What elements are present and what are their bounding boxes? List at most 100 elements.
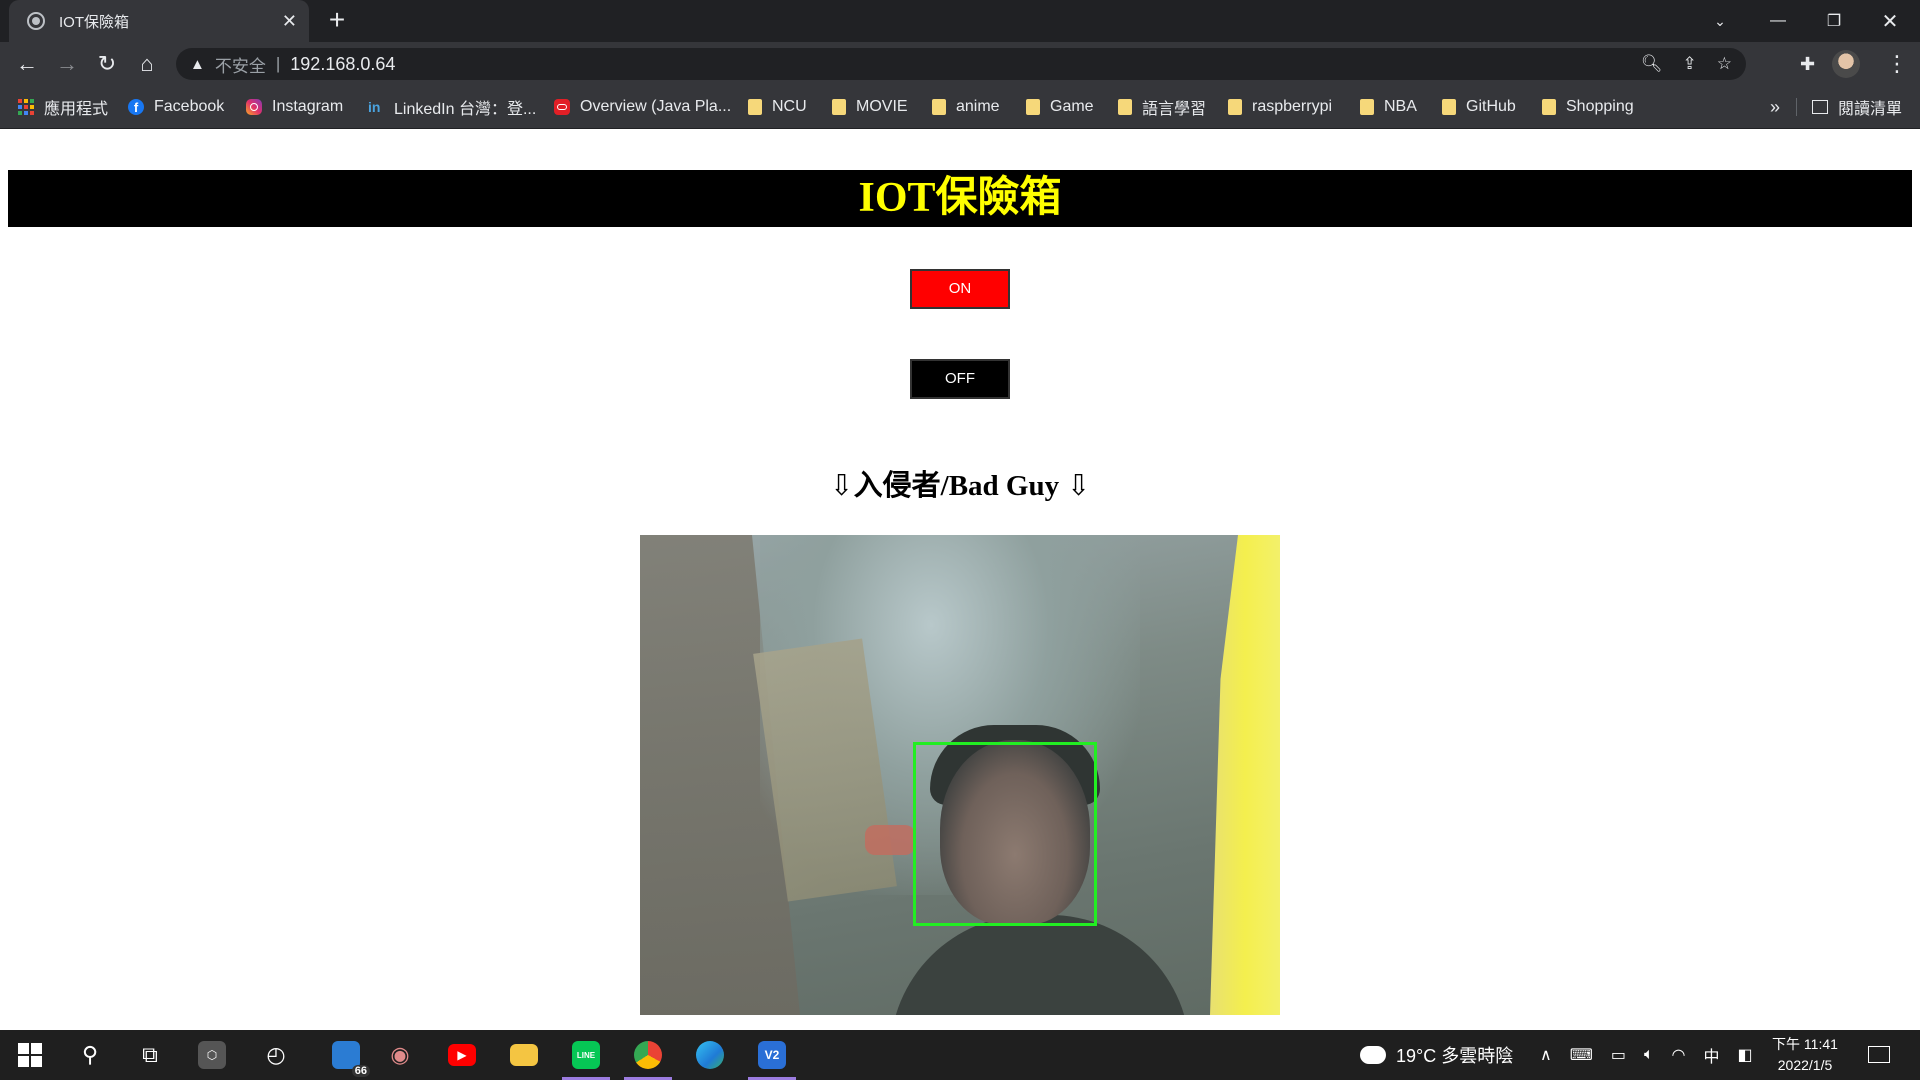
menu-button[interactable]: ⋮ (1886, 42, 1908, 86)
bookmark-linkedin[interactable]: in LinkedIn 台灣：登... (368, 86, 536, 128)
taskbar-app-explorer[interactable]: 66 (318, 1030, 374, 1080)
bookmark-folder-shopping[interactable]: Shopping (1542, 86, 1634, 128)
share-icon[interactable]: ⇪ (1683, 54, 1697, 74)
camera-background-wall (1210, 535, 1280, 1015)
timer-icon: ◴ (266, 1042, 286, 1067)
youtube-icon: ▶ (448, 1044, 476, 1066)
home-button[interactable]: ⌂ (132, 49, 162, 79)
file-icon: 66 (332, 1041, 370, 1077)
security-label[interactable]: 不安全 (215, 52, 266, 77)
taskbar-app-vnc[interactable]: V2 (744, 1030, 800, 1080)
start-button[interactable] (2, 1030, 58, 1080)
bookmark-facebook[interactable]: f Facebook (128, 86, 224, 128)
keyboard-icon[interactable]: ⌨ (1570, 1045, 1593, 1065)
tab-search-button[interactable]: ⌄ (1692, 0, 1748, 42)
address-separator: | (275, 54, 281, 73)
ime-indicator[interactable]: 中 (1704, 1043, 1720, 1067)
taskbar-app-media[interactable]: ◉ (372, 1030, 428, 1080)
avatar (1832, 50, 1860, 78)
address-bar[interactable]: ▲ 不安全 | 192.168.0.64 🔍︎ ⇪ ☆ (176, 48, 1746, 80)
chevron-down-icon: ⌄ (1714, 12, 1726, 29)
line-icon: LINE (572, 1041, 600, 1069)
camera-background-object (865, 825, 915, 855)
weather-widget[interactable]: 19°C 多雲時陰 (1360, 1030, 1513, 1080)
folder-icon (748, 99, 762, 115)
chrome-icon (634, 1041, 662, 1069)
input-mode-icon[interactable]: ◧ (1738, 1045, 1753, 1065)
more-bookmarks-button[interactable]: » (1770, 86, 1780, 128)
taskbar-app-clock[interactable]: ◴ (248, 1030, 304, 1080)
on-button[interactable]: ON (910, 269, 1010, 309)
more-vert-icon: ⋮ (1886, 51, 1908, 76)
home-icon: ⌂ (140, 51, 154, 76)
notification-center-button[interactable] (1866, 1042, 1892, 1068)
taskbar-app-youtube[interactable]: ▶ (434, 1030, 490, 1080)
bookmark-apps[interactable]: 應用程式 (18, 86, 108, 128)
bookmark-label: Overview (Java Pla... (580, 98, 732, 115)
restore-button[interactable]: ❐ (1806, 0, 1862, 42)
bookmark-folder-game[interactable]: Game (1026, 86, 1094, 128)
star-icon[interactable]: ☆ (1717, 54, 1732, 74)
forward-button[interactable]: → (52, 49, 82, 79)
bookmark-label: NCU (772, 98, 807, 115)
browser-tab[interactable]: IOT保險箱 ✕ (9, 0, 309, 42)
bookmark-folder-movie[interactable]: MOVIE (832, 86, 908, 128)
browser-toolbar: ← → ↻ ⌂ ▲ 不安全 | 192.168.0.64 🔍︎ ⇪ ☆ ✚ ⋮ (0, 42, 1920, 86)
url-text[interactable]: 192.168.0.64 (290, 54, 395, 75)
task-view-button[interactable]: ⧉ (122, 1030, 178, 1080)
wifi-icon[interactable]: ◠ (1672, 1045, 1686, 1065)
weather-text: 19°C 多雲時陰 (1396, 1046, 1514, 1066)
oracle-icon (554, 99, 570, 115)
bookmark-folder-raspberrypi[interactable]: raspberrypi (1228, 86, 1332, 128)
taskbar-app-line[interactable]: LINE (558, 1030, 614, 1080)
chevron-up-icon[interactable]: ∧ (1540, 1045, 1552, 1065)
tab-title: IOT保險箱 (59, 13, 129, 31)
folder-icon (932, 99, 946, 115)
window-close-button[interactable]: ✕ (1862, 0, 1918, 42)
taskbar-app-chrome[interactable] (620, 1030, 676, 1080)
taskbar-app-unity[interactable]: ⬡ (184, 1030, 240, 1080)
zoom-icon[interactable]: 🔍︎ (1641, 54, 1663, 74)
bookmark-folder-github[interactable]: GitHub (1442, 86, 1516, 128)
bookmark-label: GitHub (1466, 98, 1516, 115)
task-view-icon: ⧉ (142, 1042, 158, 1067)
new-tab-button[interactable]: + (322, 6, 352, 36)
bookmark-instagram[interactable]: Instagram (246, 86, 343, 128)
reading-list-button[interactable]: 閱讀清單 (1812, 86, 1902, 128)
bookmark-folder-ncu[interactable]: NCU (748, 86, 807, 128)
taskbar: ⚲ ⧉ ⬡ ◴ 66 ◉ ▶ LINE V2 19°C 多雲時陰 ∧ ⌨ ▭ 🔈… (0, 1030, 1920, 1080)
bookmark-folder-anime[interactable]: anime (932, 86, 1000, 128)
battery-icon[interactable]: ▭ (1611, 1045, 1626, 1065)
face-detection-box (913, 742, 1097, 926)
bookmark-label: Instagram (272, 98, 344, 115)
bookmark-folder-nba[interactable]: NBA (1360, 86, 1417, 128)
linkedin-icon: in (368, 99, 381, 115)
bookmark-label: raspberrypi (1252, 98, 1333, 115)
restore-icon: ❐ (1826, 13, 1842, 30)
person-body (890, 915, 1190, 1015)
folder-icon (1442, 99, 1456, 115)
folder-icon (1118, 99, 1132, 115)
minimize-button[interactable]: — (1750, 0, 1806, 42)
taskbar-app-files[interactable] (496, 1030, 552, 1080)
edge-icon (696, 1041, 724, 1069)
intruder-heading: ⇩入侵者/Bad Guy ⇩ (829, 470, 1091, 502)
warning-icon[interactable]: ▲ (190, 56, 205, 73)
arrow-right-icon: → (56, 51, 78, 76)
windows-icon (18, 1043, 42, 1067)
volume-icon[interactable]: 🔈︎ (1644, 1046, 1654, 1064)
back-button[interactable]: ← (12, 49, 42, 79)
bookmark-oracle[interactable]: Overview (Java Pla... (554, 86, 731, 128)
taskbar-app-edge[interactable] (682, 1030, 738, 1080)
taskbar-clock[interactable]: 下午 11:41 2022/1/5 (1764, 1034, 1846, 1076)
profile-button[interactable] (1832, 42, 1860, 86)
extensions-button[interactable]: ✚ (1800, 42, 1815, 86)
minimize-icon: — (1770, 12, 1786, 29)
close-icon[interactable]: ✕ (282, 11, 297, 32)
search-button[interactable]: ⚲ (62, 1030, 118, 1080)
reload-button[interactable]: ↻ (92, 49, 122, 79)
bookmark-folder-language[interactable]: 語言學習 (1118, 86, 1206, 128)
system-tray: ∧ ⌨ ▭ 🔈︎ ◠ 中 ◧ (1540, 1030, 1753, 1080)
off-button[interactable]: OFF (910, 359, 1010, 399)
arrow-left-icon: ← (16, 51, 38, 76)
